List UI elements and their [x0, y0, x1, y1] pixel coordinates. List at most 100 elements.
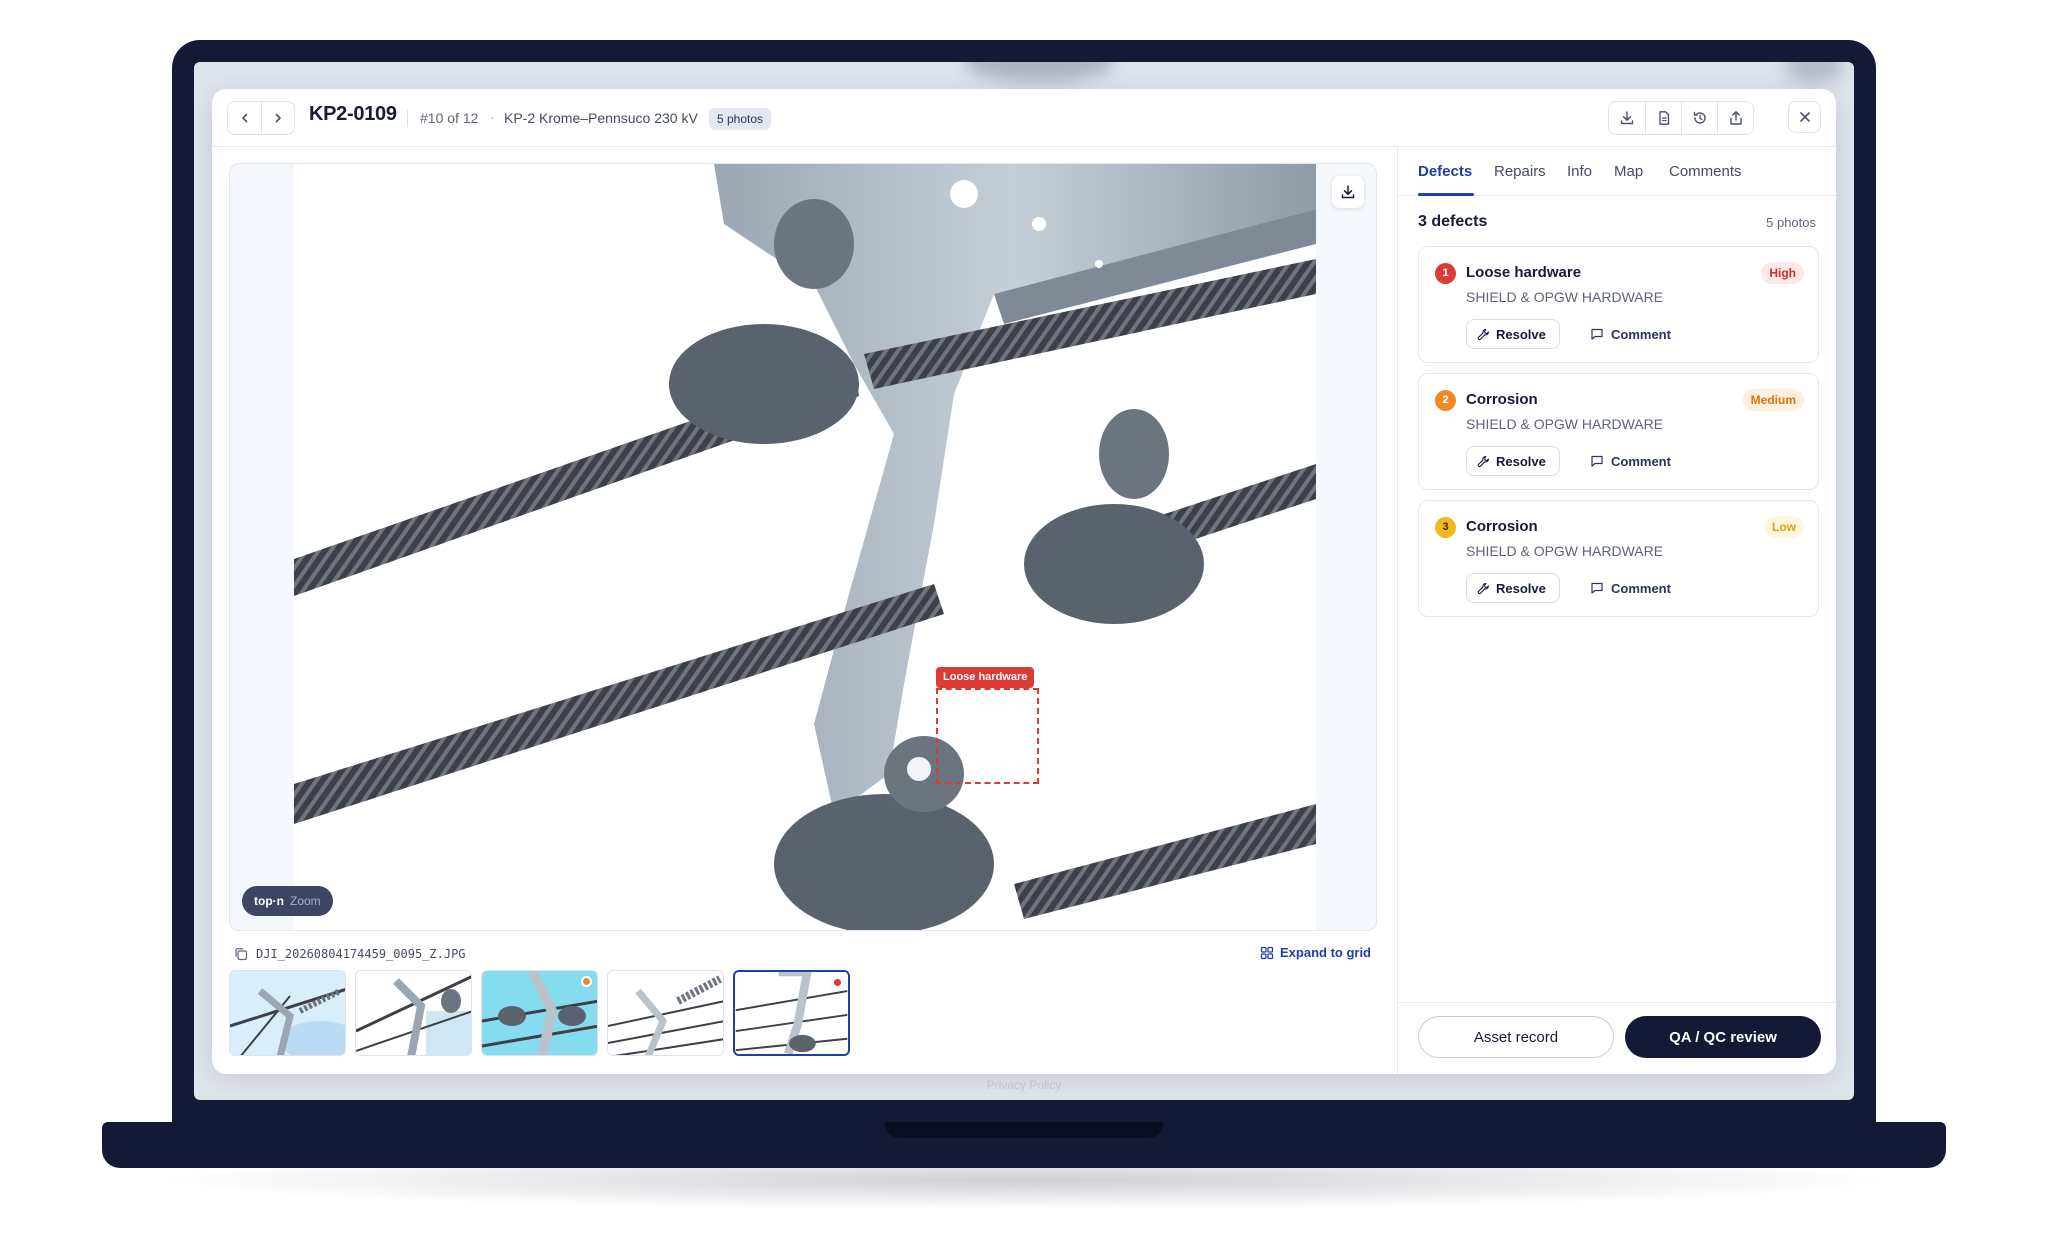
comment-button[interactable]: Comment: [1586, 573, 1675, 603]
chevron-right-icon: [275, 113, 281, 123]
details-panel: Defects Repairs Info Map Comments 3 defe…: [1397, 147, 1836, 1074]
active-tab-indicator: [1418, 193, 1474, 196]
defects-count: 3 defects: [1418, 213, 1488, 230]
comment-button[interactable]: Comment: [1586, 319, 1675, 349]
line-name: KP-2 Krome–Pennsuco 230 kV: [504, 110, 698, 126]
photo-download-button[interactable]: [1332, 176, 1364, 208]
comment-icon: [1591, 328, 1603, 340]
defects-photo-count: 5 photos: [1766, 215, 1816, 230]
chevron-left-icon: [241, 113, 247, 123]
document-icon: [1658, 111, 1669, 125]
privacy-policy-link[interactable]: Privacy Policy: [194, 1078, 1854, 1092]
download-button[interactable]: [1609, 102, 1645, 134]
asset-id: KP2-0109: [309, 103, 397, 125]
thumbnail-image: [356, 971, 471, 1055]
thumbnail-image: [735, 972, 848, 1054]
tower-hardware-photo: [294, 164, 1316, 930]
defect-annotation-box[interactable]: [936, 688, 1039, 784]
history-button[interactable]: [1681, 102, 1717, 134]
defect-title: Corrosion: [1466, 391, 1538, 408]
grid-icon: [1260, 946, 1274, 959]
history-icon: [1693, 111, 1706, 124]
background-blur: [1784, 62, 1844, 82]
zoom-brand: top·n: [254, 894, 284, 908]
comment-button[interactable]: Comment: [1586, 446, 1675, 476]
share-button[interactable]: [1717, 102, 1753, 134]
defect-marker: [832, 977, 843, 988]
comment-label: Comment: [1611, 326, 1671, 342]
tab-map[interactable]: Map: [1614, 163, 1643, 180]
defect-title: Corrosion: [1466, 518, 1538, 535]
thumbnail-3[interactable]: [481, 970, 598, 1056]
resolve-label: Resolve: [1496, 453, 1546, 469]
comment-label: Comment: [1611, 580, 1671, 596]
asset-record-button[interactable]: Asset record: [1418, 1016, 1614, 1058]
severity-badge: Low: [1764, 516, 1804, 538]
wrench-icon: [1477, 328, 1489, 340]
thumbnail-strip: [229, 970, 850, 1056]
resolve-label: Resolve: [1496, 580, 1546, 596]
report-button[interactable]: [1645, 102, 1681, 134]
thumbnail-image: [608, 971, 723, 1055]
resolve-button[interactable]: Resolve: [1466, 573, 1560, 603]
inspection-modal: KP2-0109 #10 of 12 · KP-2 Krome–Pennsuco…: [212, 89, 1836, 1074]
modal-header: KP2-0109 #10 of 12 · KP-2 Krome–Pennsuco…: [212, 89, 1836, 147]
pager: [227, 101, 295, 135]
previous-button[interactable]: [228, 102, 261, 134]
defect-category: SHIELD & OPGW HARDWARE: [1466, 543, 1664, 559]
thumbnail-image: [230, 971, 345, 1055]
resolve-label: Resolve: [1496, 326, 1546, 342]
share-icon: [1729, 111, 1742, 125]
defect-card[interactable]: 2 Corrosion Medium SHIELD & OPGW HARDWAR…: [1418, 373, 1819, 490]
photo-filename: DJI_20260804174459_0095_Z.JPG: [256, 947, 466, 961]
next-button[interactable]: [261, 102, 294, 134]
defect-card[interactable]: 1 Loose hardware High SHIELD & OPGW HARD…: [1418, 246, 1819, 363]
tab-repairs[interactable]: Repairs: [1494, 163, 1546, 180]
severity-badge: Medium: [1742, 389, 1804, 411]
tab-info[interactable]: Info: [1567, 163, 1592, 180]
defect-number: 3: [1435, 517, 1456, 538]
close-icon: [1799, 112, 1810, 122]
divider: [407, 109, 408, 127]
defect-card[interactable]: 3 Corrosion Low SHIELD & OPGW HARDWARE R…: [1418, 500, 1819, 617]
expand-label: Expand to grid: [1280, 945, 1371, 960]
laptop-notch: [885, 1122, 1163, 1138]
tab-comments[interactable]: Comments: [1669, 163, 1742, 180]
thumbnail-2[interactable]: [355, 970, 472, 1056]
defect-number: 2: [1435, 390, 1456, 411]
defect-number: 1: [1435, 263, 1456, 284]
zoom-indicator[interactable]: top·n Zoom: [242, 886, 333, 916]
thumbnail-1[interactable]: [229, 970, 346, 1056]
wrench-icon: [1477, 455, 1489, 467]
toolbar: [1608, 101, 1754, 135]
defect-category: SHIELD & OPGW HARDWARE: [1466, 416, 1664, 432]
tab-defects[interactable]: Defects: [1418, 163, 1472, 180]
wrench-icon: [1477, 582, 1489, 594]
comment-icon: [1591, 455, 1603, 467]
zoom-mode: Zoom: [289, 894, 321, 908]
comment-label: Comment: [1611, 453, 1671, 469]
background-blur: [964, 62, 1114, 82]
filename-row: DJI_20260804174459_0095_Z.JPG: [234, 947, 466, 961]
download-icon: [1620, 111, 1634, 125]
defect-annotation-label[interactable]: Loose hardware: [936, 667, 1035, 688]
panel-tabs: Defects Repairs Info Map Comments: [1398, 147, 1836, 196]
photos-badge: 5 photos: [709, 108, 772, 130]
separator: ·: [490, 109, 495, 125]
thumbnail-5[interactable]: [733, 970, 850, 1056]
photo-viewer[interactable]: Loose hardware top·n Zoom: [229, 163, 1377, 931]
inspection-photo[interactable]: [294, 164, 1316, 930]
resolve-button[interactable]: Resolve: [1466, 319, 1560, 349]
severity-badge: High: [1761, 262, 1804, 284]
copy-icon[interactable]: [234, 947, 248, 961]
close-button[interactable]: [1788, 101, 1821, 133]
thumbnail-4[interactable]: [607, 970, 724, 1056]
panel-footer: Asset record QA / QC review: [1398, 1002, 1836, 1074]
defect-category: SHIELD & OPGW HARDWARE: [1466, 289, 1664, 305]
download-icon: [1341, 185, 1355, 199]
qa-qc-review-button[interactable]: QA / QC review: [1625, 1016, 1821, 1058]
defect-marker: [581, 976, 592, 987]
expand-to-grid-link[interactable]: Expand to grid: [1260, 945, 1371, 960]
comment-icon: [1591, 582, 1603, 594]
resolve-button[interactable]: Resolve: [1466, 446, 1560, 476]
